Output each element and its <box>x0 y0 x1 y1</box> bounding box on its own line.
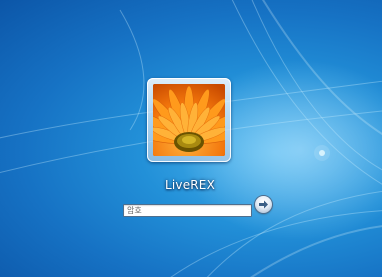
arrow-right-icon <box>259 200 268 209</box>
password-field-wrapper <box>123 198 252 217</box>
flower-icon <box>153 84 225 156</box>
user-tile[interactable] <box>147 78 231 162</box>
submit-arrow-button[interactable] <box>255 196 272 213</box>
user-avatar <box>153 84 225 156</box>
username-label: LiveREX <box>164 178 216 192</box>
password-input[interactable] <box>123 204 252 217</box>
